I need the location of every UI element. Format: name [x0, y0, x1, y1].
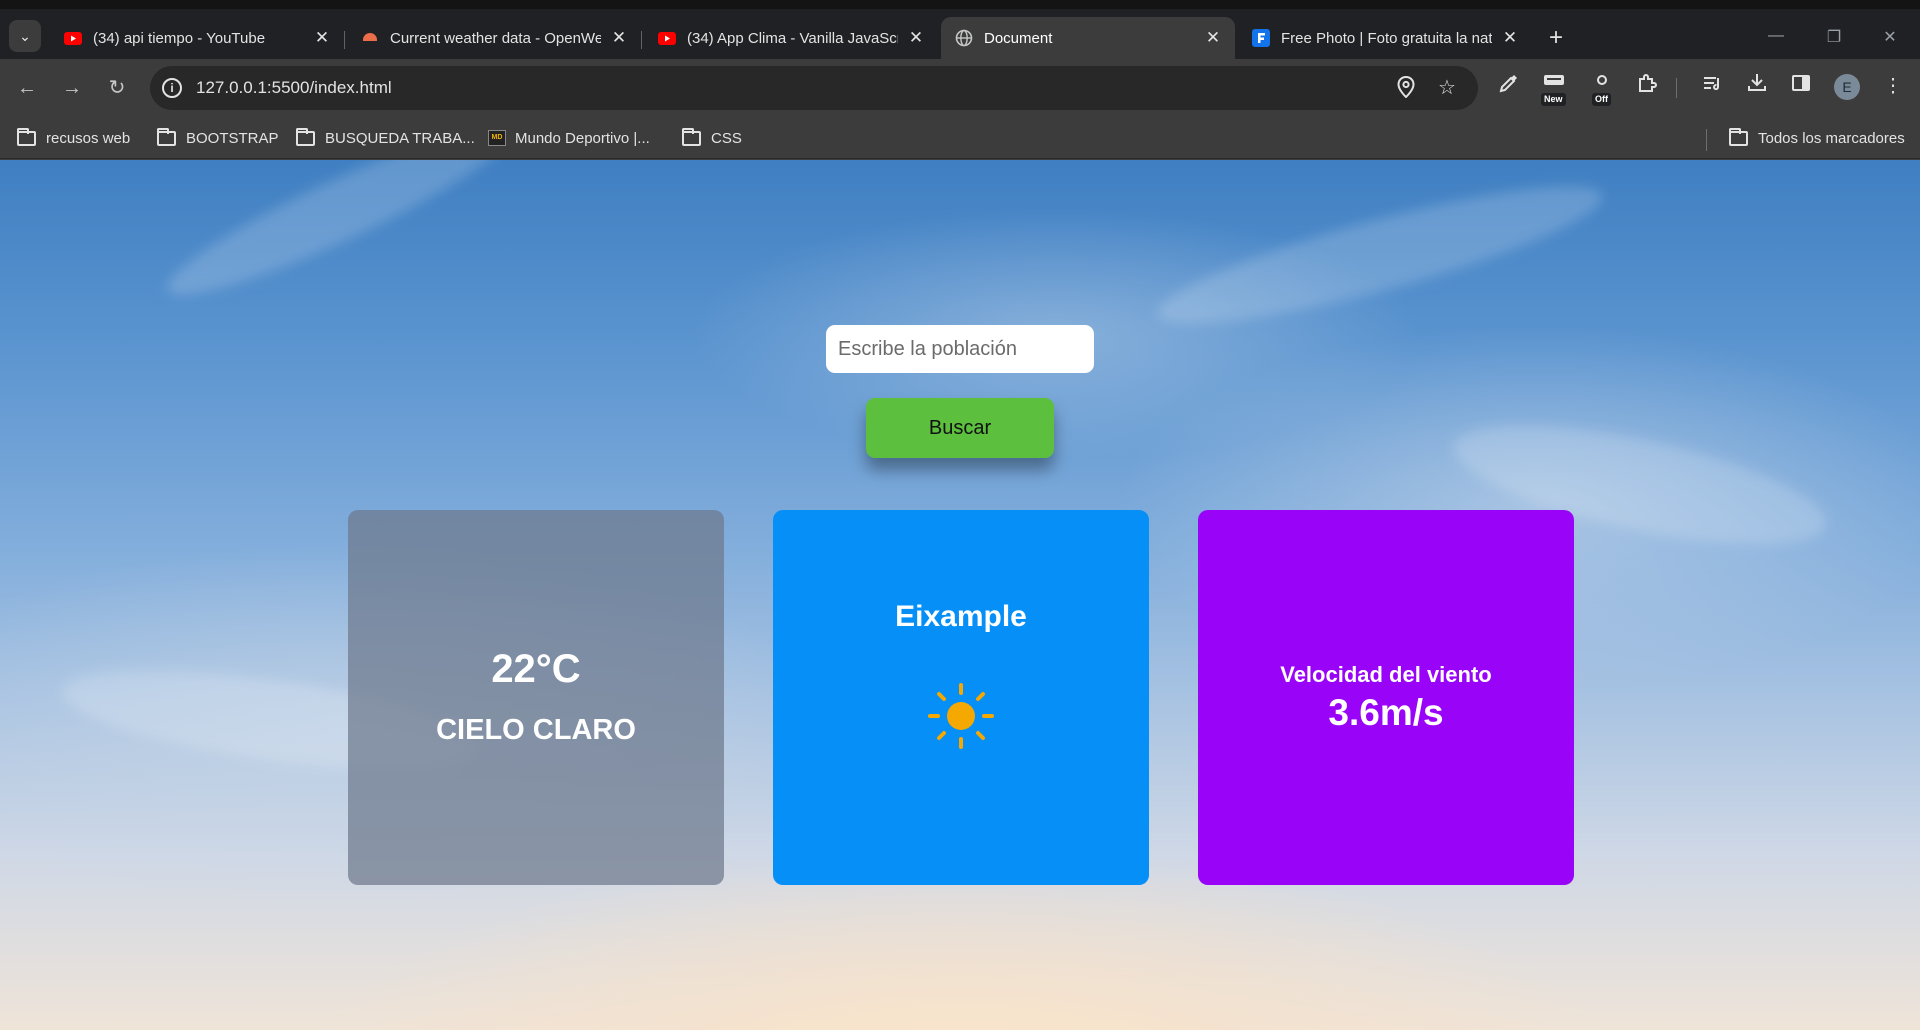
- youtube-icon: [64, 29, 82, 47]
- weather-page: Buscar 22°C CIELO CLARO Eixample Velocid…: [0, 160, 1920, 1030]
- tab-document[interactable]: Document ✕: [941, 17, 1235, 59]
- toolbar: ← → ↻ i 127.0.0.1:5500/index.html ☆ New …: [0, 59, 1920, 117]
- city-card: Eixample: [773, 510, 1149, 885]
- search-button[interactable]: Buscar: [866, 398, 1054, 458]
- mundo-deportivo-icon: MD: [488, 130, 506, 146]
- cloud-streak: [155, 160, 525, 318]
- tab-openweather[interactable]: Current weather data - OpenWeather ✕: [347, 17, 641, 59]
- folder-icon: [1729, 127, 1748, 146]
- tab-title: Document: [984, 29, 1053, 47]
- tab-youtube-api-tiempo[interactable]: (34) api tiempo - YouTube ✕: [50, 17, 344, 59]
- all-bookmarks-button[interactable]: Todos los marcadores: [1729, 127, 1905, 148]
- tab-title: Free Photo | Foto gratuita la naturaleza: [1281, 29, 1492, 47]
- tab-separator: [344, 31, 345, 49]
- url-text[interactable]: 127.0.0.1:5500/index.html: [196, 78, 392, 98]
- folder-icon: [682, 127, 701, 146]
- profile-avatar[interactable]: E: [1834, 74, 1860, 100]
- arrow-left-icon: ←: [17, 77, 37, 99]
- address-bar[interactable]: i 127.0.0.1:5500/index.html ☆: [150, 66, 1478, 110]
- temperature-value: 22°C: [491, 647, 581, 691]
- youtube-icon: [658, 29, 676, 47]
- cloud-streak: [1148, 161, 1612, 349]
- reading-list-icon[interactable]: [1698, 72, 1728, 102]
- reload-icon: ↻: [108, 77, 126, 99]
- folder-icon: [17, 127, 36, 146]
- forward-button[interactable]: →: [57, 73, 87, 103]
- wind-card: Velocidad del viento 3.6m/s: [1198, 510, 1574, 885]
- off-extension-icon[interactable]: Off: [1590, 72, 1620, 106]
- bookmarks-bar: recusos web BOOTSTRAP BUSQUEDA TRABA... …: [0, 117, 1920, 159]
- chevron-down-icon: ⌄: [19, 27, 31, 44]
- city-search-input[interactable]: [826, 325, 1094, 373]
- openweather-icon: [361, 29, 379, 47]
- tab-separator: [641, 31, 642, 49]
- bookmark-css[interactable]: CSS: [682, 127, 742, 148]
- toolbar-divider: [1676, 78, 1677, 98]
- temperature-card: 22°C CIELO CLARO: [348, 510, 724, 885]
- tab-search-button[interactable]: ⌄: [9, 20, 41, 52]
- puzzle-icon[interactable]: [1632, 72, 1662, 102]
- bookmark-mundo-deportivo[interactable]: MD Mundo Deportivo |...: [488, 128, 650, 148]
- bookmark-label: recusos web: [46, 129, 131, 147]
- tab-free-photo[interactable]: Free Photo | Foto gratuita la naturaleza…: [1238, 17, 1532, 59]
- back-button[interactable]: ←: [12, 73, 42, 103]
- tab-title: (34) api tiempo - YouTube: [93, 29, 266, 47]
- bookmark-label: BUSQUEDA TRABA...: [325, 129, 475, 147]
- arrow-right-icon: →: [62, 77, 82, 99]
- restore-button[interactable]: ❐: [1811, 27, 1857, 51]
- menu-dots-icon[interactable]: ⋮: [1878, 72, 1908, 102]
- tab-app-clima[interactable]: (34) App Clima - Vanilla JavaScript ✕: [644, 17, 938, 59]
- download-icon[interactable]: [1742, 72, 1772, 102]
- weather-description: CIELO CLARO: [436, 714, 636, 746]
- extension-badge: New: [1541, 93, 1566, 106]
- bookmark-busqueda-trabajo[interactable]: BUSQUEDA TRABA...: [296, 127, 475, 148]
- side-panel-icon[interactable]: [1786, 72, 1816, 102]
- tab-bar: ⌄ (34) api tiempo - YouTube ✕ Current we…: [0, 9, 1920, 59]
- folder-icon: [296, 127, 315, 146]
- city-name: Eixample: [895, 600, 1027, 633]
- bookmark-recusos-web[interactable]: recusos web: [17, 127, 131, 148]
- close-icon[interactable]: ✕: [1203, 28, 1223, 48]
- browser-chrome: ⌄ (34) api tiempo - YouTube ✕ Current we…: [0, 0, 1920, 160]
- bookmark-bootstrap[interactable]: BOOTSTRAP: [157, 127, 279, 148]
- wind-speed-value: 3.6m/s: [1328, 692, 1444, 733]
- close-icon[interactable]: ✕: [609, 28, 629, 48]
- bookmark-label: CSS: [711, 129, 742, 147]
- folder-icon: [157, 127, 176, 146]
- location-pin-icon[interactable]: [1394, 75, 1418, 100]
- extension-badge: Off: [1592, 93, 1611, 106]
- bookmark-star-icon[interactable]: ☆: [1435, 76, 1459, 100]
- close-icon[interactable]: ✕: [906, 28, 926, 48]
- tab-title: (34) App Clima - Vanilla JavaScript: [687, 29, 898, 47]
- all-bookmarks-label: Todos los marcadores: [1758, 129, 1905, 147]
- wind-label: Velocidad del viento: [1280, 662, 1492, 687]
- new-extension-icon[interactable]: New: [1539, 72, 1569, 106]
- bookmark-label: Mundo Deportivo |...: [515, 129, 650, 147]
- reload-button[interactable]: ↻: [102, 73, 132, 103]
- bookmark-label: BOOTSTRAP: [186, 129, 279, 147]
- globe-icon: [955, 29, 973, 47]
- sun-icon: [928, 683, 994, 749]
- new-tab-button[interactable]: +: [1544, 26, 1568, 51]
- window-close-button[interactable]: ✕: [1867, 27, 1913, 51]
- bookmarks-divider: [1706, 129, 1707, 151]
- freepik-icon: [1252, 29, 1270, 47]
- window-top-strip: [0, 0, 1920, 9]
- minimize-button[interactable]: —: [1753, 27, 1799, 51]
- close-icon[interactable]: ✕: [312, 28, 332, 48]
- close-icon[interactable]: ✕: [1500, 28, 1520, 48]
- tab-title: Current weather data - OpenWeather: [390, 29, 601, 47]
- site-info-icon[interactable]: i: [162, 78, 182, 98]
- eyedropper-icon[interactable]: [1494, 72, 1524, 102]
